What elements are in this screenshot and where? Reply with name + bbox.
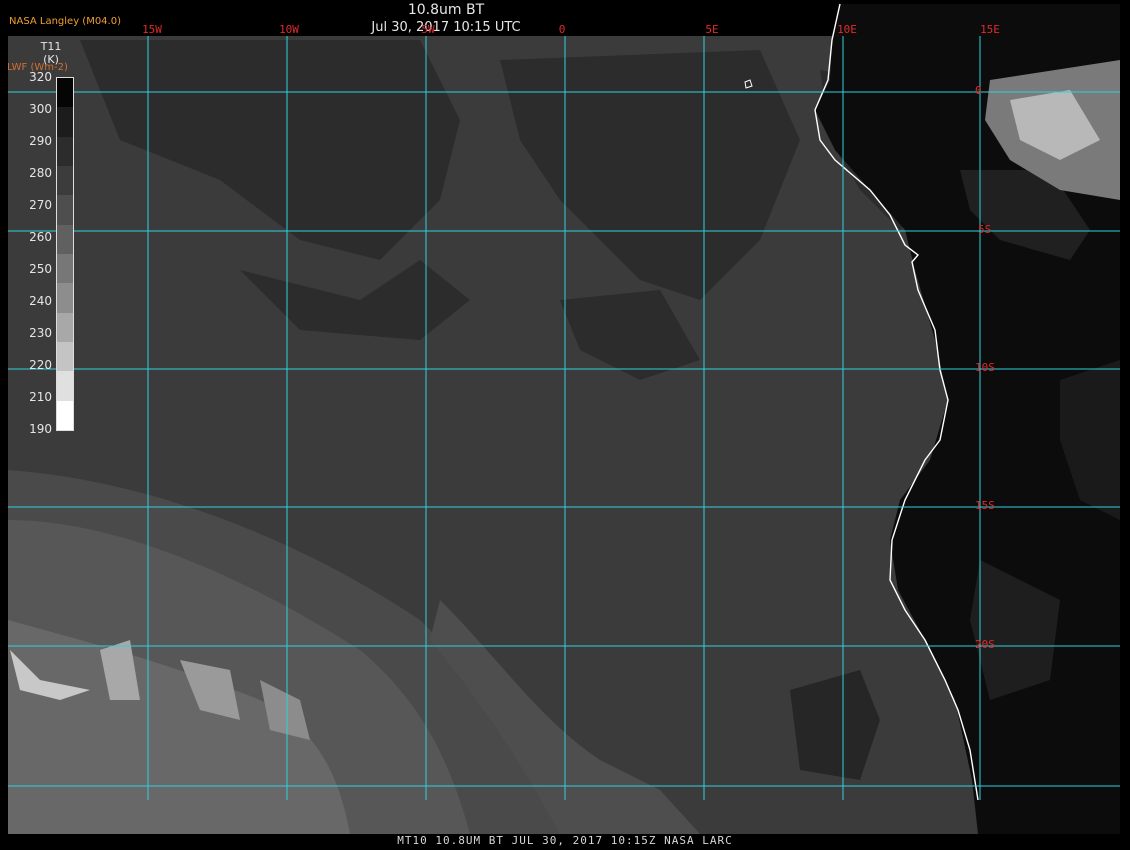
- legend-swatch: [57, 312, 73, 342]
- lon-label-5e: 5E: [705, 23, 719, 36]
- map-datetime: Jul 30, 2017 10:15 UTC: [371, 20, 521, 35]
- lat-label-0: 0: [975, 84, 982, 97]
- legend-swatch: [57, 371, 73, 401]
- legend-swatch: [57, 195, 73, 225]
- lon-label-0: 0: [558, 23, 566, 36]
- legend-swatch: [57, 165, 73, 196]
- legend-tick-label: 250: [29, 262, 52, 276]
- legend-swatch: [57, 224, 73, 254]
- legend-swatch: [57, 107, 73, 137]
- legend-tick-label: 320: [29, 70, 52, 84]
- legend-tick-label: 210: [29, 390, 52, 404]
- satellite-image-map: [0, 0, 1130, 850]
- lat-label-20s: 20S: [975, 638, 995, 651]
- lon-label-15e: 15E: [980, 23, 1000, 36]
- legend-tick-label: 270: [29, 198, 52, 212]
- legend-tick-label: 260: [29, 230, 52, 244]
- lat-label-10s: 10S: [975, 361, 995, 374]
- legend-swatch: [57, 400, 73, 430]
- lon-label-10e: 10E: [837, 23, 857, 36]
- legend-tick-label: 220: [29, 358, 52, 372]
- legend-swatch: [57, 253, 73, 284]
- lat-label-15s: 15S: [975, 499, 995, 512]
- lon-label-10w: 10W: [279, 23, 299, 36]
- lon-label-15w: 15W: [142, 23, 162, 36]
- legend-swatch: [57, 283, 73, 313]
- legend-tick-label: 280: [29, 166, 52, 180]
- lon-label-5w: 5W: [421, 23, 435, 36]
- legend-color-bar: [56, 77, 74, 431]
- legend-tick-label: 190: [29, 422, 52, 436]
- legend-swatch: [57, 341, 73, 372]
- legend-tick-label: 290: [29, 134, 52, 148]
- brand-label: NASA Langley (M04.0): [9, 16, 121, 27]
- legend-tick-label: 300: [29, 102, 52, 116]
- legend-swatch: [57, 78, 73, 108]
- footer-caption: MT10 10.8UM BT JUL 30, 2017 10:15Z NASA …: [397, 834, 733, 847]
- map-title: 10.8um BT: [407, 2, 485, 18]
- legend-tick-label: 230: [29, 326, 52, 340]
- lat-label-5s: 5S: [978, 223, 992, 236]
- legend-swatch: [57, 136, 73, 166]
- legend-title-var: T11: [40, 40, 62, 53]
- legend-tick-label: 240: [29, 294, 52, 308]
